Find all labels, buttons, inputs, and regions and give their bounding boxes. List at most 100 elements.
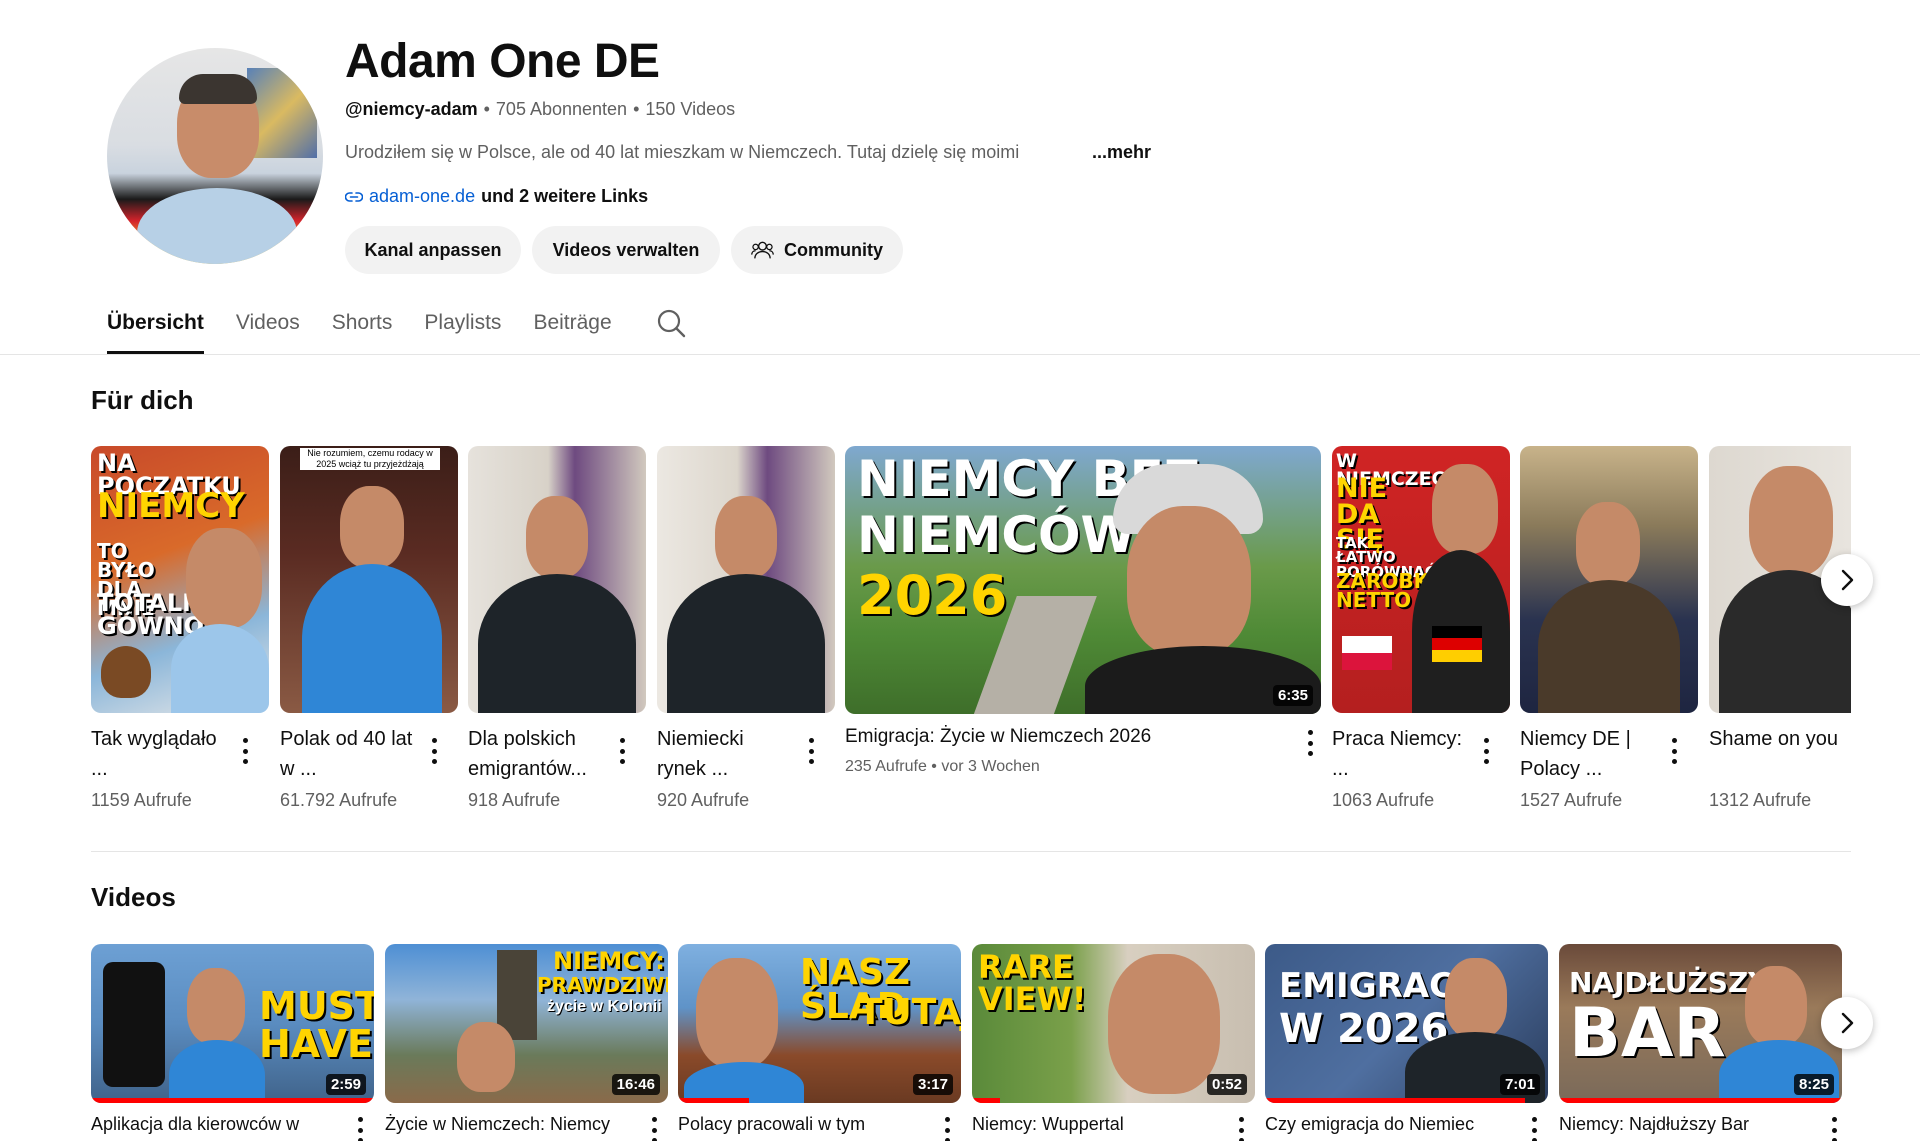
short-title[interactable]: Dla polskich emigrantów... — [468, 724, 608, 784]
list-item[interactable]: RARE VIEW! 0:52 Niemcy: Wuppertal — [972, 944, 1255, 1141]
video-title[interactable]: Niemcy: Wuppertal — [972, 1114, 1222, 1135]
manage-videos-button[interactable]: Videos verwalten — [532, 226, 720, 274]
thumb-person — [715, 496, 777, 578]
short-title[interactable]: Niemcy DE | Polacy ... — [1520, 724, 1660, 784]
video-thumbnail[interactable]: NIEMCY BEZ NIEMCÓW? 2026 6:35 — [845, 446, 1321, 714]
list-item[interactable]: NA POCZĄTKU NIEMCY TO BYŁO DLA MNIE TOTA… — [91, 446, 269, 810]
short-thumbnail[interactable]: Nie rozumiem, czemu rodacy w 2025 wciąż … — [280, 446, 458, 713]
thumb-person — [340, 486, 404, 568]
more-vert-icon[interactable] — [943, 1117, 951, 1141]
channel-handle: @niemcy-adam — [345, 99, 478, 119]
short-thumbnail[interactable] — [657, 446, 835, 713]
short-title[interactable]: Polak od 40 lat w ... — [280, 724, 420, 784]
short-thumbnail[interactable]: NA POCZĄTKU NIEMCY TO BYŁO DLA MNIE TOTA… — [91, 446, 269, 713]
short-title[interactable]: Tak wyglądało ... — [91, 724, 231, 784]
thumb-text: NIEMCY: — [553, 947, 665, 975]
featured-video[interactable]: NIEMCY BEZ NIEMCÓW? 2026 6:35 Emigracja:… — [845, 446, 1321, 775]
more-vert-icon[interactable] — [618, 738, 626, 764]
tab-overview[interactable]: Übersicht — [107, 308, 220, 354]
video-thumbnail[interactable]: MUST HAVE! 2:59 — [91, 944, 374, 1103]
video-title[interactable]: Czy emigracja do Niemiec — [1265, 1114, 1515, 1135]
more-vert-icon[interactable] — [430, 738, 438, 764]
list-item[interactable]: Niemcy DE | Polacy ... 1527 Aufrufe — [1520, 446, 1698, 810]
more-vert-icon[interactable] — [807, 738, 815, 764]
list-item[interactable]: NASZ ŚLAD TUTAJ! 3:17 Polacy pracowali w… — [678, 944, 961, 1141]
channel-meta: @niemcy-adam • 705 Abonnenten • 150 Videos — [345, 99, 735, 120]
community-button[interactable]: Community — [731, 226, 903, 274]
more-vert-icon[interactable] — [1237, 1117, 1245, 1141]
watch-progress — [1559, 1098, 1842, 1103]
tab-videos[interactable]: Videos — [220, 308, 316, 354]
video-title[interactable]: Życie w Niemczech: Niemcy — [385, 1114, 635, 1135]
carousel-next-button[interactable] — [1821, 554, 1873, 606]
search-icon[interactable] — [656, 308, 686, 338]
thumb-text: ZAROBKÓW NETTO — [1336, 569, 1468, 612]
video-thumbnail[interactable]: RARE VIEW! 0:52 — [972, 944, 1255, 1103]
more-vert-icon[interactable] — [1830, 1117, 1838, 1141]
channel-tabs: Übersicht Videos Shorts Playlists Beiträ… — [107, 308, 686, 354]
thumb-text: 2026 — [857, 564, 1008, 627]
poland-flag-icon — [1342, 636, 1392, 670]
tab-playlists[interactable]: Playlists — [408, 308, 517, 354]
short-title[interactable]: Praca Niemcy: ... — [1332, 724, 1472, 784]
carousel-next-button[interactable] — [1821, 997, 1873, 1049]
thumb-text: TOTALNE GÓWNO — [97, 589, 219, 640]
video-thumbnail[interactable]: NIEMCY: PRAWDZIWE życie w Kolonii 16:46 — [385, 944, 668, 1103]
short-thumbnail[interactable]: W NIEMCZECH NIE DA SIĘ TAK ŁATWO PORÓWNA… — [1332, 446, 1510, 713]
short-views: 1063 Aufrufe — [1332, 790, 1435, 810]
short-title[interactable]: Niemiecki rynek ... — [657, 724, 797, 784]
list-item[interactable]: Dla polskich emigrantów... 918 Aufrufe — [468, 446, 646, 810]
video-title[interactable]: Niemcy: Najdłuższy Bar — [1559, 1114, 1809, 1135]
video-views: 235 Aufrufe — [845, 758, 927, 775]
video-duration: 3:17 — [912, 1074, 953, 1095]
community-icon — [751, 241, 774, 259]
short-views: 1527 Aufrufe — [1520, 790, 1623, 810]
short-thumbnail[interactable] — [468, 446, 646, 713]
meta-separator: • — [931, 758, 937, 775]
tabs-divider — [0, 354, 1920, 355]
thumb-text: NIEMCY — [97, 486, 245, 526]
more-vert-icon[interactable] — [1670, 738, 1678, 764]
list-item[interactable]: EMIGRACJA W 2026? 7:01 Czy emigracja do … — [1265, 944, 1548, 1141]
thumb-person — [1108, 954, 1220, 1094]
list-item[interactable]: MUST HAVE! 2:59 Aplikacja dla kierowców … — [91, 944, 374, 1141]
channel-link-url[interactable]: adam-one.de — [369, 186, 475, 207]
video-title[interactable]: Emigracja: Życie w Niemczech 2026 — [845, 726, 1151, 748]
list-item[interactable]: Nie rozumiem, czemu rodacy w 2025 wciąż … — [280, 446, 458, 810]
thumb-person — [1432, 464, 1498, 554]
more-links-label[interactable]: und 2 weitere Links — [481, 186, 648, 207]
more-vert-icon[interactable] — [1530, 1117, 1538, 1141]
customize-channel-button[interactable]: Kanal anpassen — [345, 226, 521, 274]
more-vert-icon[interactable] — [241, 738, 249, 764]
thumb-text: życie w Kolonii — [547, 998, 662, 1015]
channel-links[interactable]: adam-one.de und 2 weitere Links — [345, 186, 648, 207]
list-item[interactable]: NAJDŁUŻSZY BAR 8:25 Niemcy: Najdłuższy B… — [1559, 944, 1842, 1141]
thumb-text: RARE — [978, 948, 1074, 986]
channel-avatar[interactable] — [107, 48, 323, 264]
thumb-person — [1576, 502, 1640, 586]
more-vert-icon[interactable] — [356, 1117, 364, 1141]
short-views: 61.792 Aufrufe — [280, 790, 398, 810]
video-duration: 16:46 — [611, 1074, 660, 1095]
list-item[interactable]: W NIEMCZECH NIE DA SIĘ TAK ŁATWO PORÓWNA… — [1332, 446, 1510, 810]
more-vert-icon[interactable] — [650, 1117, 658, 1141]
video-title[interactable]: Polacy pracowali w tym — [678, 1114, 928, 1135]
video-title[interactable]: Aplikacja dla kierowców w — [91, 1114, 341, 1135]
description-more-link[interactable]: ...mehr — [1092, 142, 1151, 163]
video-thumbnail[interactable]: EMIGRACJA W 2026? 7:01 — [1265, 944, 1548, 1103]
thumb-body — [478, 574, 636, 713]
channel-title: Adam One DE — [345, 35, 660, 88]
phone-icon — [103, 962, 165, 1087]
channel-description[interactable]: Urodziłem się w Polsce, ale od 40 lat mi… — [345, 142, 1055, 163]
short-thumbnail[interactable] — [1520, 446, 1698, 713]
more-vert-icon[interactable] — [1306, 730, 1314, 756]
list-item[interactable]: NIEMCY: PRAWDZIWE życie w Kolonii 16:46 … — [385, 944, 668, 1141]
more-vert-icon[interactable] — [1482, 738, 1490, 764]
tab-shorts[interactable]: Shorts — [316, 308, 409, 354]
watch-progress — [1265, 1098, 1526, 1103]
short-title[interactable]: Shame on you — [1709, 724, 1849, 754]
list-item[interactable]: Niemiecki rynek ... 920 Aufrufe — [657, 446, 835, 810]
tab-posts[interactable]: Beiträge — [517, 308, 627, 354]
video-thumbnail[interactable]: NAJDŁUŻSZY BAR 8:25 — [1559, 944, 1842, 1103]
video-thumbnail[interactable]: NASZ ŚLAD TUTAJ! 3:17 — [678, 944, 961, 1103]
